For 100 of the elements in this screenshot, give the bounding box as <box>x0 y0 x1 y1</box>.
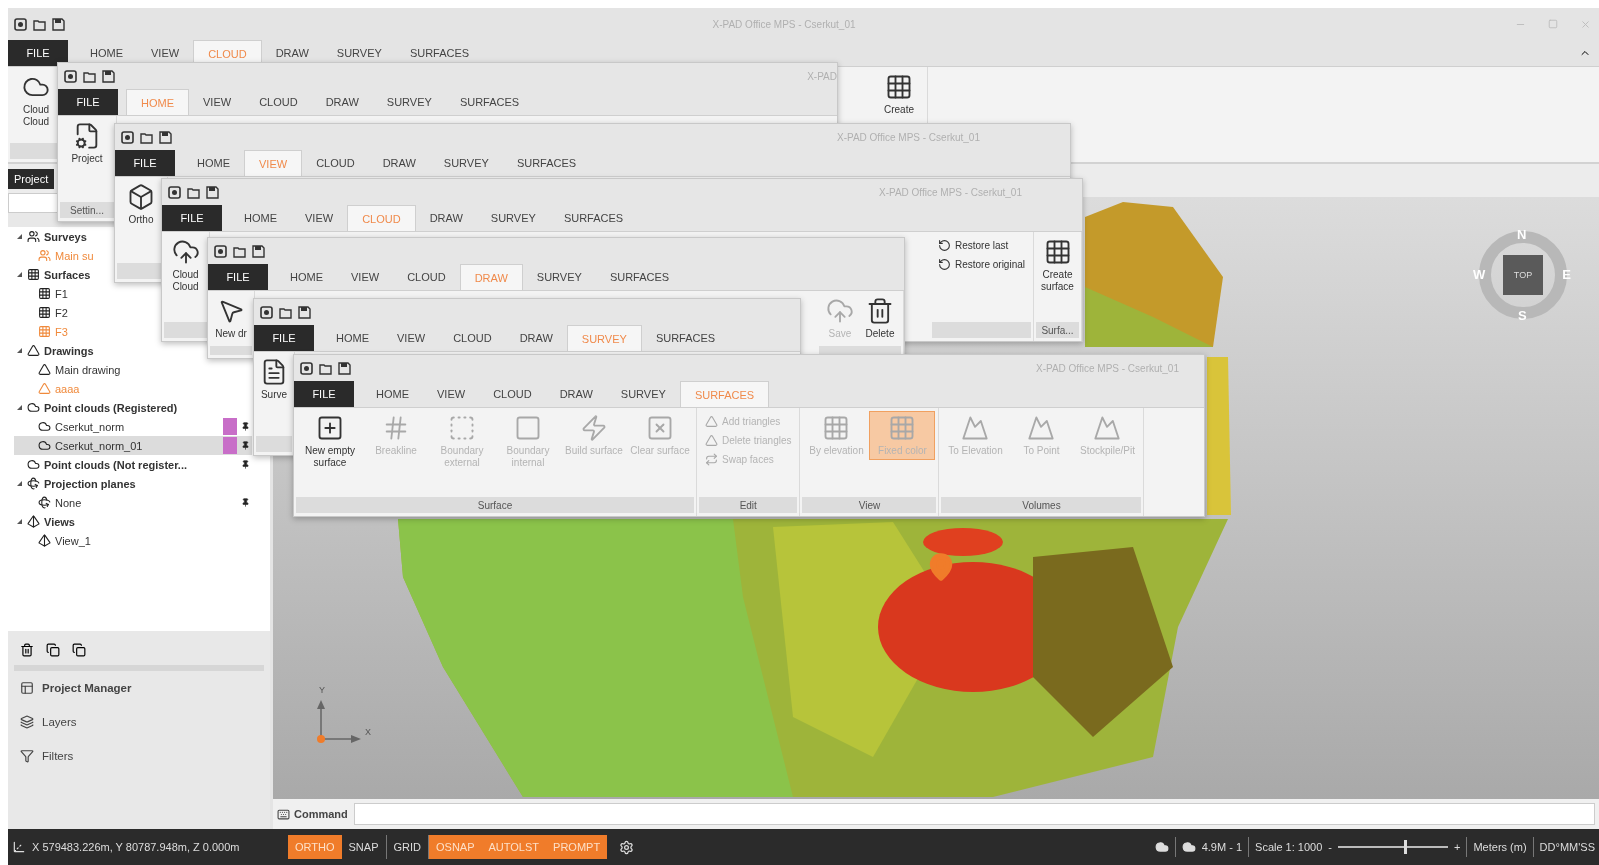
pin-icon[interactable] <box>241 460 250 469</box>
ribbon-tab[interactable]: SURVEY <box>429 150 503 176</box>
file-menu-tab[interactable]: FILE <box>58 89 118 115</box>
ribbon-tab[interactable]: SURVEY <box>322 40 396 66</box>
pin-icon[interactable] <box>241 441 250 450</box>
ribbon-button[interactable]: Project <box>62 120 112 167</box>
expander-icon[interactable] <box>16 518 23 525</box>
ribbon-button[interactable]: Create <box>875 71 923 118</box>
expander-icon[interactable] <box>16 347 23 354</box>
app-menu-icon[interactable] <box>14 17 27 31</box>
app-menu-icon[interactable] <box>300 361 313 375</box>
ribbon-tab[interactable]: SURVEY <box>476 205 550 231</box>
expander-icon[interactable] <box>16 271 23 278</box>
ribbon-tab[interactable]: HOME <box>276 264 337 290</box>
tree-item[interactable]: Cserkut_norm_01 <box>14 436 252 455</box>
ribbon-tab[interactable]: VIEW <box>137 40 194 66</box>
copy-icon[interactable] <box>46 643 60 657</box>
tree-item[interactable]: View_1 <box>14 531 93 550</box>
ribbon-tab[interactable]: SURVEY <box>522 264 596 290</box>
pin-icon[interactable] <box>241 498 250 507</box>
ribbon-tab[interactable]: DRAW <box>505 325 567 351</box>
ribbon-tab[interactable]: HOME <box>183 150 244 176</box>
ribbon-tab[interactable]: VIEW <box>291 205 348 231</box>
settings-icon[interactable] <box>619 839 635 855</box>
ribbon-tab[interactable]: CLOUD <box>245 89 312 115</box>
panel-nav-item[interactable]: Layers <box>14 705 264 739</box>
tree-item[interactable]: Point clouds (Registered) <box>14 398 180 417</box>
save-icon[interactable] <box>52 17 65 31</box>
ribbon-tab[interactable]: HOME <box>362 381 423 407</box>
color-swatch[interactable] <box>223 418 237 435</box>
ribbon-button[interactable]: Delete <box>861 295 899 342</box>
zoom-out-button[interactable]: - <box>1328 841 1332 853</box>
ribbon-tab[interactable]: CLOUD <box>479 381 546 407</box>
ribbon-tab[interactable]: DRAW <box>368 150 430 176</box>
app-menu-icon[interactable] <box>214 244 227 258</box>
ribbon-button[interactable]: Restore last <box>933 238 1029 253</box>
ribbon-button[interactable]: New dr <box>212 295 250 342</box>
angle-format-text[interactable]: DD°MM'SS <box>1539 841 1595 853</box>
command-input[interactable] <box>353 803 1595 825</box>
panel-nav-item[interactable]: Project Manager <box>14 671 264 705</box>
ribbon-tab[interactable]: SURFACES <box>502 150 591 176</box>
panel-nav-item[interactable]: Filters <box>14 739 264 773</box>
ribbon-tab[interactable]: HOME <box>322 325 383 351</box>
ribbon-tab[interactable]: DRAW <box>415 205 477 231</box>
panel-tab[interactable]: Project <box>8 169 55 189</box>
zoom-in-button[interactable]: + <box>1454 841 1461 853</box>
tree-item[interactable]: Point clouds (Not register... <box>14 455 252 474</box>
ribbon-button[interactable]: Restore original <box>933 257 1029 272</box>
save-icon[interactable] <box>252 244 265 258</box>
delete-icon[interactable] <box>20 643 34 657</box>
tree-item[interactable]: Surveys <box>14 227 89 246</box>
save-icon[interactable] <box>206 185 219 199</box>
ribbon-button[interactable]: Cloud Cloud <box>166 236 205 294</box>
ribbon-tab[interactable]: DRAW <box>545 381 607 407</box>
color-swatch[interactable] <box>223 437 237 454</box>
file-menu-tab[interactable]: FILE <box>254 325 314 351</box>
ribbon-tab[interactable]: DRAW <box>261 40 323 66</box>
save-icon[interactable] <box>159 130 172 144</box>
file-menu-tab[interactable]: FILE <box>208 264 268 290</box>
slider-thumb[interactable] <box>1404 840 1407 854</box>
ribbon-tab[interactable]: CLOUD <box>393 264 460 290</box>
file-menu-tab[interactable]: FILE <box>294 381 354 407</box>
ribbon-tab[interactable]: CLOUD <box>439 325 506 351</box>
app-menu-icon[interactable] <box>260 305 273 319</box>
ribbon-tab[interactable]: VIEW <box>337 264 394 290</box>
app-menu-icon[interactable] <box>168 185 181 199</box>
app-menu-icon[interactable] <box>121 130 134 144</box>
file-menu-tab[interactable]: FILE <box>8 40 68 66</box>
copy-icon[interactable] <box>72 643 86 657</box>
save-icon[interactable] <box>298 305 311 319</box>
snap-toggle[interactable]: SNAP <box>341 835 387 859</box>
ribbon-tab[interactable]: SURFACES <box>641 325 730 351</box>
ribbon-tab[interactable]: CLOUD <box>302 150 369 176</box>
ribbon-tab[interactable]: VIEW <box>189 89 246 115</box>
tree-item[interactable]: Projection planes <box>14 474 138 493</box>
tree-item[interactable]: None <box>14 493 252 512</box>
tree-item[interactable]: Drawings <box>14 341 96 360</box>
view-cube-top[interactable]: TOP <box>1503 255 1543 295</box>
ribbon-tab[interactable]: VIEW <box>383 325 440 351</box>
pin-icon[interactable] <box>241 422 250 431</box>
tree-item[interactable]: Surfaces <box>14 265 93 284</box>
ribbon-tab[interactable]: HOME <box>76 40 137 66</box>
ribbon-tab[interactable]: SURFACES <box>395 40 484 66</box>
ribbon-tab[interactable]: SURVEY <box>372 89 446 115</box>
tree-item[interactable]: Main drawing <box>14 360 123 379</box>
tree-item[interactable]: F2 <box>14 303 70 322</box>
ribbon-button[interactable]: Cloud Cloud <box>12 71 60 129</box>
expander-icon[interactable] <box>16 480 23 487</box>
units-text[interactable]: Meters (m) <box>1473 841 1527 853</box>
ribbon-tab[interactable]: DRAW <box>311 89 373 115</box>
file-menu-tab[interactable]: FILE <box>162 205 222 231</box>
ribbon-tab[interactable]: SURFACES <box>549 205 638 231</box>
expander-icon[interactable] <box>16 404 23 411</box>
tree-item[interactable]: Cserkut_norm <box>14 417 252 436</box>
file-menu-tab[interactable]: FILE <box>115 150 175 176</box>
ribbon-tab[interactable]: SURFACES <box>445 89 534 115</box>
ribbon-button[interactable]: Create surface <box>1038 236 1077 294</box>
ribbon-button[interactable]: New empty surface <box>298 412 362 470</box>
ribbon-tab[interactable]: SURFACES <box>595 264 684 290</box>
app-menu-icon[interactable] <box>64 69 77 83</box>
